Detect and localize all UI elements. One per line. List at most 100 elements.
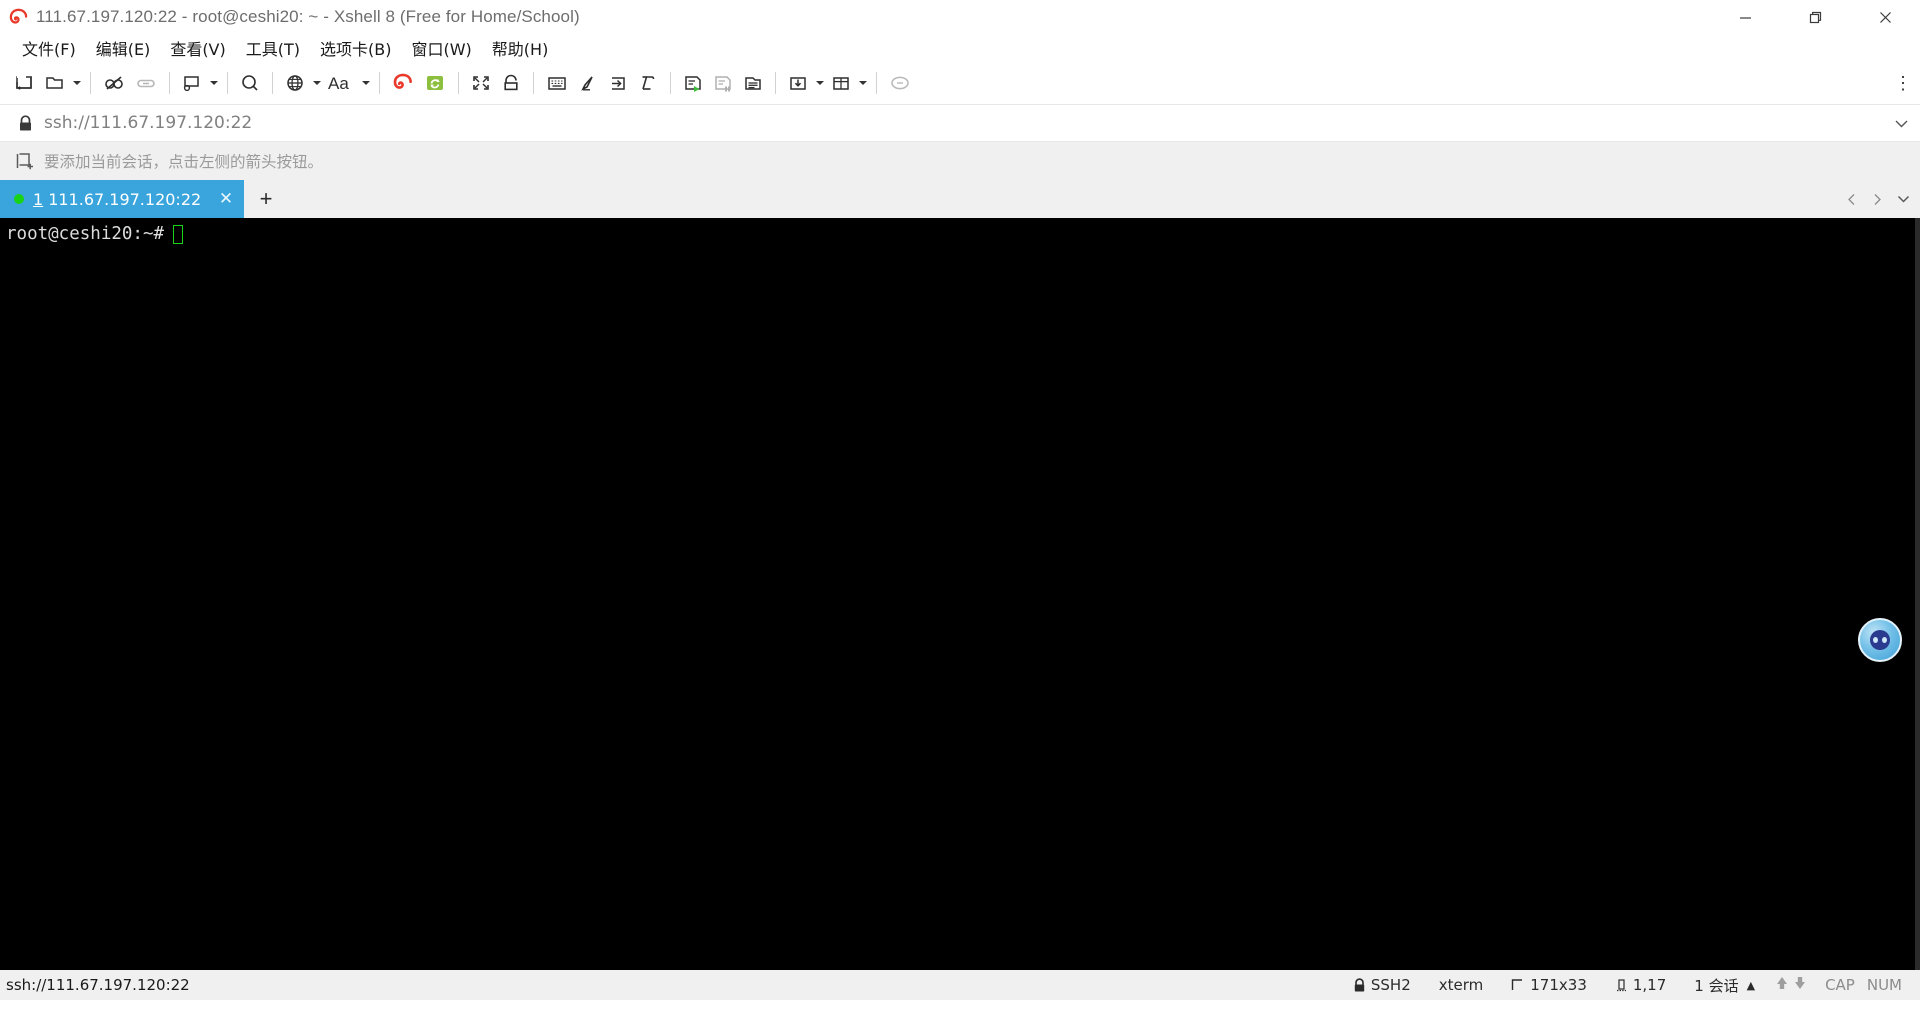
new-tab-button[interactable]: + <box>244 180 288 218</box>
lock-icon <box>16 114 34 132</box>
disconnect-icon[interactable] <box>98 67 130 99</box>
title-bar: 111.67.197.120:22 - root@ceshi20: ~ - Xs… <box>0 0 1920 34</box>
tab-session-1[interactable]: 1 111.67.197.120:22 ✕ <box>0 180 244 218</box>
toolbar-separator <box>458 72 459 94</box>
terminal-cursor <box>173 225 184 244</box>
toolbar-separator <box>227 72 228 94</box>
terminal-prompt-text: root@ceshi20:~# <box>6 224 165 244</box>
fullscreen-icon[interactable] <box>466 67 496 99</box>
status-size-label: 171x33 <box>1530 976 1587 994</box>
chevron-left-icon[interactable] <box>1838 180 1864 218</box>
log-view-icon[interactable] <box>738 67 768 99</box>
window-controls <box>1710 0 1920 34</box>
toolbar: Aa ⋮ <box>0 62 1920 104</box>
arrange-layout-icon[interactable] <box>826 67 856 99</box>
tab-index-label: 1 <box>33 189 44 209</box>
notice-text: 要添加当前会话，点击左侧的箭头按钮。 <box>44 153 324 171</box>
arrow-down-icon <box>1791 975 1809 995</box>
menu-view[interactable]: 查看(V) <box>160 33 235 63</box>
minimize-button[interactable] <box>1710 0 1780 34</box>
address-bar[interactable]: ssh://111.67.197.120:22 <box>0 104 1920 142</box>
status-protocol-label: SSH2 <box>1370 976 1411 994</box>
terminal-scrollbar[interactable] <box>1915 218 1920 970</box>
address-input[interactable]: ssh://111.67.197.120:22 <box>44 113 252 133</box>
restore-button[interactable] <box>1780 0 1850 34</box>
add-session-icon[interactable] <box>14 151 36 171</box>
chat-balloon-icon[interactable] <box>884 67 916 99</box>
toolbar-overflow-button[interactable]: ⋮ <box>1892 62 1914 104</box>
toolbar-separator <box>169 72 170 94</box>
log-pause-icon[interactable] <box>708 67 738 99</box>
status-caps-lock: CAP <box>1825 976 1855 994</box>
status-num-lock: NUM <box>1866 976 1902 994</box>
tab-bar-controls <box>1838 180 1916 218</box>
status-sessions-caret-icon[interactable]: ▲ <box>1747 979 1755 992</box>
arrow-up-icon <box>1773 975 1791 995</box>
status-cursor: 1,17 <box>1601 976 1680 994</box>
encoding-globe-icon[interactable] <box>280 67 310 99</box>
arrange-layout-caret-icon[interactable] <box>856 80 869 86</box>
toolbar-separator <box>379 72 380 94</box>
status-cursor-label: 1,17 <box>1632 976 1667 994</box>
open-session-caret-icon[interactable] <box>70 80 83 86</box>
assistant-bubble-face <box>1870 630 1890 650</box>
status-sessions[interactable]: 1 会话 ▲ <box>1680 975 1769 996</box>
transfer-file-icon[interactable] <box>783 67 813 99</box>
assistant-eye-left <box>1873 637 1878 643</box>
encoding-caret-icon[interactable] <box>310 80 323 86</box>
toolbar-separator <box>90 72 91 94</box>
notice-bar: 要添加当前会话，点击左侧的箭头按钮。 <box>0 142 1920 180</box>
quick-command-icon[interactable] <box>633 67 663 99</box>
status-terminal-type: xterm <box>1438 976 1484 994</box>
menu-tabs[interactable]: 选项卡(B) <box>310 33 401 63</box>
svg-text:Aa: Aa <box>328 74 349 93</box>
menu-file[interactable]: 文件(F) <box>12 33 86 63</box>
xftp-transfer-icon[interactable] <box>419 67 451 99</box>
terminal-area[interactable]: root@ceshi20:~# <box>0 218 1920 970</box>
font-size-caret-icon[interactable] <box>359 80 372 86</box>
status-protocol: SSH2 <box>1339 976 1425 994</box>
tab-list-chevron-down-icon[interactable] <box>1890 180 1916 218</box>
chevron-right-icon[interactable] <box>1864 180 1890 218</box>
screen-size-icon <box>1511 978 1525 992</box>
tab-close-icon[interactable]: ✕ <box>214 189 238 209</box>
keyboard-compose-icon[interactable] <box>541 67 573 99</box>
toolbar-separator <box>670 72 671 94</box>
menu-tools[interactable]: 工具(T) <box>236 33 310 63</box>
highlight-icon[interactable] <box>573 67 603 99</box>
toolbar-separator <box>272 72 273 94</box>
log-start-icon[interactable] <box>678 67 708 99</box>
font-size-icon[interactable]: Aa <box>323 67 359 99</box>
status-transfer-indicators <box>1769 975 1813 995</box>
status-right-group: SSH2 xterm 171x33 1,17 1 会话 ▲ CAP NUM <box>1339 975 1912 996</box>
assistant-eye-right <box>1882 637 1887 643</box>
chevron-down-icon[interactable] <box>1895 119 1908 128</box>
status-connection-label: ssh://111.67.197.120:22 <box>6 976 190 994</box>
session-properties-caret-icon[interactable] <box>207 80 220 86</box>
lock-screen-icon[interactable] <box>496 67 526 99</box>
xshell-logo-icon <box>8 7 28 27</box>
menu-bar: 文件(F) 编辑(E) 查看(V) 工具(T) 选项卡(B) 窗口(W) 帮助(… <box>0 34 1920 62</box>
assistant-bubble-eyes <box>1873 637 1887 643</box>
cursor-position-icon <box>1615 978 1628 992</box>
session-properties-icon[interactable] <box>177 67 207 99</box>
close-button[interactable] <box>1850 0 1920 34</box>
find-icon[interactable] <box>235 67 265 99</box>
toolbar-separator <box>876 72 877 94</box>
menu-help[interactable]: 帮助(H) <box>482 33 559 63</box>
open-session-folder-icon[interactable] <box>40 67 70 99</box>
tab-title-label: 111.67.197.120:22 <box>48 189 202 209</box>
status-sessions-label: 1 会话 <box>1694 976 1739 995</box>
lock-icon <box>1353 977 1366 993</box>
menu-edit[interactable]: 编辑(E) <box>86 33 161 63</box>
xftp-icon[interactable] <box>387 67 419 99</box>
reconnect-link-icon[interactable] <box>130 67 162 99</box>
terminal-prompt-line: root@ceshi20:~# <box>6 224 1920 245</box>
transfer-file-caret-icon[interactable] <box>813 80 826 86</box>
connection-status-dot <box>14 194 24 204</box>
menu-window[interactable]: 窗口(W) <box>401 33 481 63</box>
new-session-icon[interactable] <box>10 67 40 99</box>
assistant-bubble-icon[interactable] <box>1858 618 1902 662</box>
send-key-icon[interactable] <box>603 67 633 99</box>
toolbar-separator <box>533 72 534 94</box>
